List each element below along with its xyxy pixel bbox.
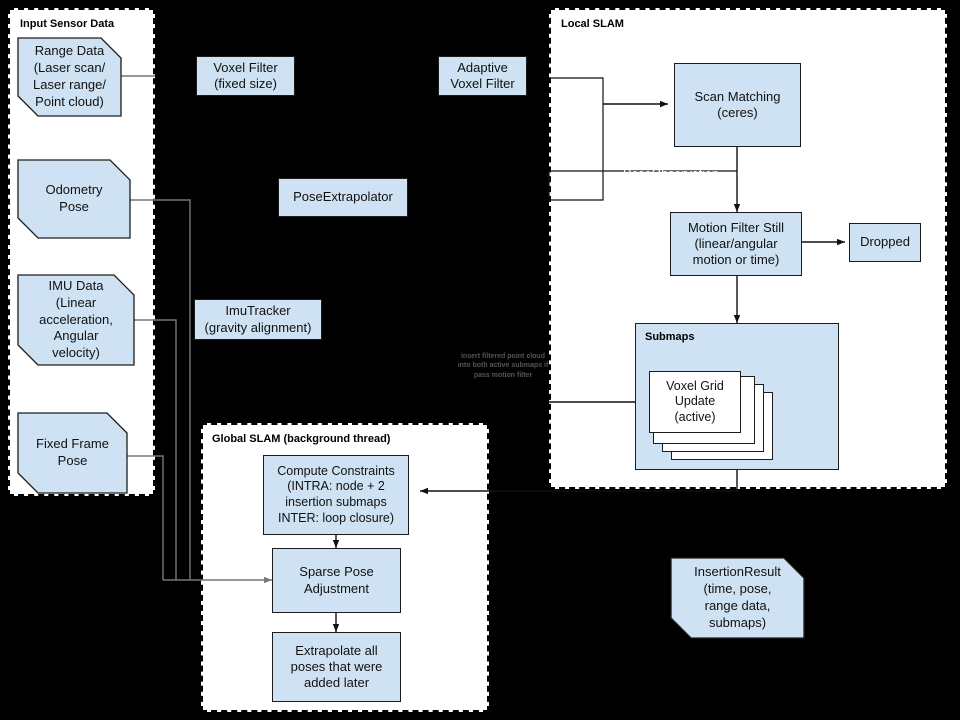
node-voxel-filter-label: Voxel Filter (fixed size) — [213, 59, 278, 91]
node-compute-constraints-label: Compute Constraints (INTRA: node + 2 ins… — [277, 463, 395, 525]
node-voxel-grid-update[interactable]: Voxel Grid Update (active) — [649, 371, 741, 433]
node-imu-tracker[interactable]: ImuTracker (gravity alignment) — [194, 299, 322, 340]
node-odometry-pose[interactable]: Odometry Pose — [18, 160, 130, 238]
node-scan-matching-label: Scan Matching (ceres) — [694, 88, 781, 120]
node-imu-tracker-label: ImuTracker (gravity alignment) — [204, 303, 312, 335]
node-fixed-frame-pose[interactable]: Fixed Frame Pose — [18, 413, 127, 493]
node-motion-filter[interactable]: Motion Filter Still (linear/angular moti… — [670, 212, 802, 276]
node-odometry-pose-label: Odometry Pose — [45, 182, 103, 214]
panel-local-slam-title: Local SLAM — [561, 18, 624, 30]
node-adaptive-voxel-filter-label: Adaptive Voxel Filter — [450, 59, 515, 91]
node-fixed-frame-pose-label: Fixed Frame Pose — [36, 436, 109, 468]
node-adaptive-voxel-filter[interactable]: Adaptive Voxel Filter — [438, 56, 527, 96]
node-range-data-label: Range Data (Laser scan/ Laser range/ Poi… — [33, 43, 106, 109]
node-sparse-pose-adjustment[interactable]: Sparse Pose Adjustment — [272, 548, 401, 613]
diagram-canvas: Input Sensor Data Local SLAM Global SLAM… — [0, 0, 960, 720]
node-dropped-label: Dropped — [860, 234, 910, 250]
note-insert-filtered-point-cloud: insert filtered point cloud into both ac… — [457, 353, 549, 379]
panel-input-sensor-data-title: Input Sensor Data — [20, 18, 115, 30]
node-compute-constraints[interactable]: Compute Constraints (INTRA: node + 2 ins… — [263, 455, 409, 535]
node-sparse-pose-adjustment-label: Sparse Pose Adjustment — [299, 564, 374, 596]
node-dropped[interactable]: Dropped — [849, 223, 921, 262]
edge-label-movement-or-old: Movement or Old — [747, 297, 843, 311]
node-imu-data[interactable]: IMU Data (Linear acceleration, Angular v… — [18, 275, 134, 365]
node-insertion-result[interactable]: InsertionResult (time, pose, range data,… — [671, 558, 804, 638]
node-extrapolate-poses[interactable]: Extrapolate all poses that were added la… — [272, 632, 401, 702]
node-insertion-result-label: InsertionResult (time, pose, range data,… — [694, 564, 781, 630]
node-imu-data-label: IMU Data (Linear acceleration, Angular v… — [39, 277, 113, 361]
node-pose-extrapolator-label: PoseExtrapolator — [293, 189, 393, 205]
node-voxel-grid-update-label: Voxel Grid Update (active) — [666, 378, 724, 424]
node-range-data[interactable]: Range Data (Laser scan/ Laser range/ Poi… — [18, 38, 121, 116]
node-motion-filter-label: Motion Filter Still (linear/angular moti… — [687, 219, 785, 268]
panel-submaps-title: Submaps — [645, 331, 695, 343]
node-extrapolate-poses-label: Extrapolate all poses that were added la… — [290, 642, 383, 691]
edge-label-pose-observation: PoseObservation — [623, 167, 719, 181]
node-voxel-filter[interactable]: Voxel Filter (fixed size) — [196, 56, 295, 96]
node-scan-matching[interactable]: Scan Matching (ceres) — [674, 63, 801, 147]
panel-global-slam-title: Global SLAM (background thread) — [212, 433, 391, 445]
node-pose-extrapolator[interactable]: PoseExtrapolator — [278, 178, 408, 217]
